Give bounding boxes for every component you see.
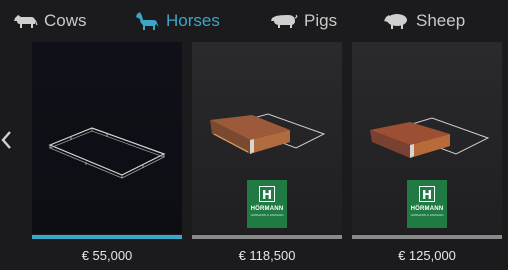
brand-tagline: HÖRMANN & FAMILIEN [410, 213, 444, 217]
tab-cows[interactable]: Cows [12, 0, 87, 42]
chevron-left-icon [0, 131, 14, 156]
store-item-card[interactable]: H HÖRMANN HÖRMANN & FAMILIEN € 125,000 [352, 42, 502, 270]
store-item-card[interactable]: H HÖRMANN HÖRMANN & FAMILIEN € 118,500 [192, 42, 342, 270]
animal-category-tabs: Cows Horses Pigs Sheep [0, 0, 508, 42]
horse-icon [134, 11, 160, 31]
brand-mark: H [259, 186, 275, 202]
item-price: € 55,000 [81, 248, 133, 263]
brand-tagline: HÖRMANN & FAMILIEN [250, 213, 284, 217]
brand-name: HÖRMANN [410, 206, 444, 212]
pig-icon [270, 12, 298, 30]
tab-pigs[interactable]: Pigs [270, 0, 337, 42]
selection-bar [192, 235, 342, 239]
selection-bar [32, 235, 182, 239]
fenced-paddock-preview [48, 127, 166, 179]
store-item-card[interactable]: € 55,000 [32, 42, 182, 270]
sheep-icon [382, 12, 410, 30]
tab-cows-label: Cows [44, 11, 87, 30]
selection-bar [352, 235, 502, 239]
cow-icon [12, 12, 38, 30]
tab-sheep[interactable]: Sheep [382, 0, 465, 42]
hormann-brand-logo: H HÖRMANN HÖRMANN & FAMILIEN [247, 180, 287, 228]
tab-sheep-label: Sheep [416, 11, 466, 30]
scroll-left-button[interactable] [0, 128, 14, 152]
tab-horses[interactable]: Horses [134, 0, 220, 42]
item-price: € 118,500 [238, 248, 296, 263]
brand-mark: H [419, 186, 435, 202]
hormann-brand-logo: H HÖRMANN HÖRMANN & FAMILIEN [407, 180, 447, 228]
tab-pigs-label: Pigs [304, 11, 338, 30]
tab-horses-label: Horses [166, 11, 220, 30]
brand-name: HÖRMANN [250, 206, 284, 212]
item-price: € 125,000 [398, 248, 456, 263]
